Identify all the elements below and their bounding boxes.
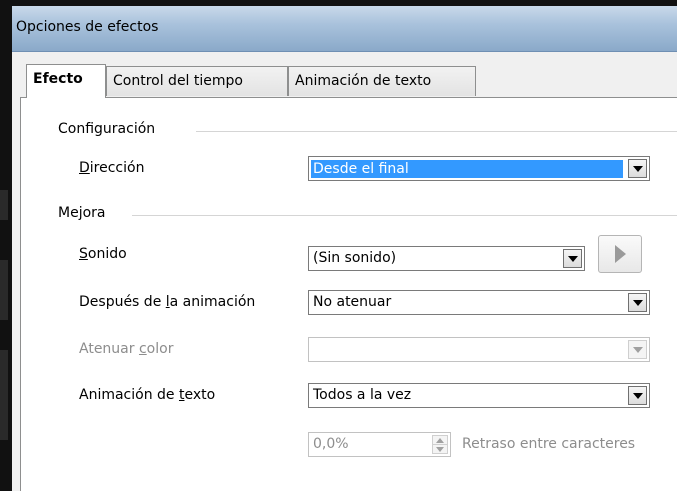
title-bar[interactable]: Opciones de efectos xyxy=(12,6,677,52)
tab-label: Control del tiempo xyxy=(113,73,243,89)
chevron-down-icon[interactable] xyxy=(628,386,647,405)
chevron-down-icon[interactable] xyxy=(628,159,647,178)
chevron-down-icon[interactable] xyxy=(563,249,582,268)
direccion-dropdown[interactable]: Desde el final xyxy=(308,156,650,181)
animacion-texto-value: Todos a la vez xyxy=(313,387,412,403)
group-mejora-label: Mejora xyxy=(58,205,106,221)
atenuar-color-dropdown[interactable] xyxy=(308,337,650,362)
despues-animacion-label: Después de la animación xyxy=(79,294,256,310)
despues-animacion-dropdown[interactable]: No atenuar xyxy=(308,290,650,315)
tab-label: Animación de texto xyxy=(295,73,432,89)
chevron-down-icon[interactable] xyxy=(628,293,647,312)
group-configuracion-label: Configuración xyxy=(58,121,156,137)
play-icon xyxy=(614,245,626,263)
group-divider xyxy=(132,215,677,216)
backdrop-stripe xyxy=(0,260,8,320)
atenuar-color-label: Atenuar color xyxy=(79,341,174,357)
animacion-texto-label: Animación de texto xyxy=(79,387,216,403)
sonido-dropdown[interactable]: (Sin sonido) xyxy=(308,246,585,271)
tab-control-del-tiempo[interactable]: Control del tiempo xyxy=(106,66,288,96)
spinner-arrows-icon[interactable] xyxy=(432,435,448,454)
sonido-value: (Sin sonido) xyxy=(313,250,397,266)
direccion-label: Dirección xyxy=(79,160,145,176)
direccion-value: Desde el final xyxy=(311,160,623,178)
chevron-down-icon xyxy=(628,340,647,359)
tab-label: Efecto xyxy=(33,71,83,87)
tab-animacion-de-texto[interactable]: Animación de texto xyxy=(288,66,476,96)
backdrop-stripe xyxy=(0,190,8,220)
group-divider xyxy=(196,131,677,132)
sonido-label: Sonido xyxy=(79,246,127,262)
backdrop-stripe xyxy=(0,350,8,440)
window-title: Opciones de efectos xyxy=(16,19,159,35)
retraso-label: Retraso entre caracteres xyxy=(462,436,636,452)
despues-animacion-value: No atenuar xyxy=(313,294,392,310)
retraso-spinner[interactable]: 0,0% xyxy=(308,432,451,457)
play-sound-button[interactable] xyxy=(598,235,642,273)
tab-efecto[interactable]: Efecto xyxy=(26,64,106,98)
retraso-value: 0,0% xyxy=(313,436,349,452)
animacion-texto-dropdown[interactable]: Todos a la vez xyxy=(308,383,650,408)
